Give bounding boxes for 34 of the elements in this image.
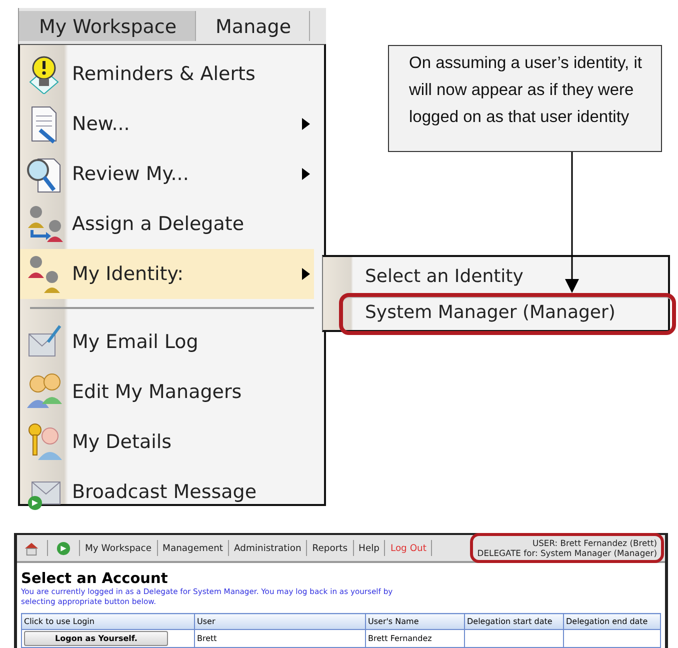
column-header: Delegation start date: [464, 614, 564, 630]
user-label: USER: Brett Fernandez (Brett): [532, 538, 657, 548]
column-header: User: [194, 614, 366, 630]
people-arrow-icon: [26, 204, 64, 244]
menu-item[interactable]: Reminders & Alerts: [20, 49, 314, 99]
menu-item[interactable]: Broadcast Message: [20, 467, 314, 517]
forward-icon[interactable]: [56, 540, 71, 556]
menu-item[interactable]: My Details: [20, 417, 314, 467]
key-person-icon: [26, 422, 64, 462]
home-icon[interactable]: [24, 540, 39, 556]
menu-item[interactable]: Review My...: [20, 149, 314, 199]
column-header: User's Name: [366, 614, 464, 630]
nav-link[interactable]: Management: [162, 542, 224, 554]
menu-item[interactable]: My Identity:: [20, 249, 314, 299]
callout-text: On assuming a user’s identity, it will now appear as if they were logged on as that user identity: [388, 45, 662, 152]
nav-link[interactable]: Administration: [234, 542, 302, 554]
table-cell: Brett: [194, 630, 366, 648]
menu-item[interactable]: My Email Log: [20, 317, 314, 367]
menu-item[interactable]: New...: [20, 99, 314, 149]
logon-button[interactable]: Logon as Yourself.: [24, 631, 168, 646]
nav-link[interactable]: Help: [358, 542, 380, 554]
menu-tab[interactable]: Manage: [196, 11, 310, 41]
nav-link[interactable]: Reports: [312, 542, 348, 554]
menu-item[interactable]: Edit My Managers: [20, 367, 314, 417]
column-header: Click to use Login: [22, 614, 194, 630]
nav-link[interactable]: My Workspace: [85, 542, 152, 554]
menu-tab[interactable]: My Workspace: [19, 11, 196, 41]
page-title: Select an Account: [21, 571, 169, 587]
delegate-label: DELEGATE for: System Manager (Manager): [477, 548, 657, 558]
menu-item[interactable]: Assign a Delegate: [20, 199, 314, 249]
submenu-item[interactable]: Select an Identity: [323, 261, 668, 295]
table-cell: Brett Fernandez: [366, 630, 464, 648]
column-header: Delegation end date: [564, 614, 660, 630]
logout-link[interactable]: Log Out: [390, 542, 426, 554]
